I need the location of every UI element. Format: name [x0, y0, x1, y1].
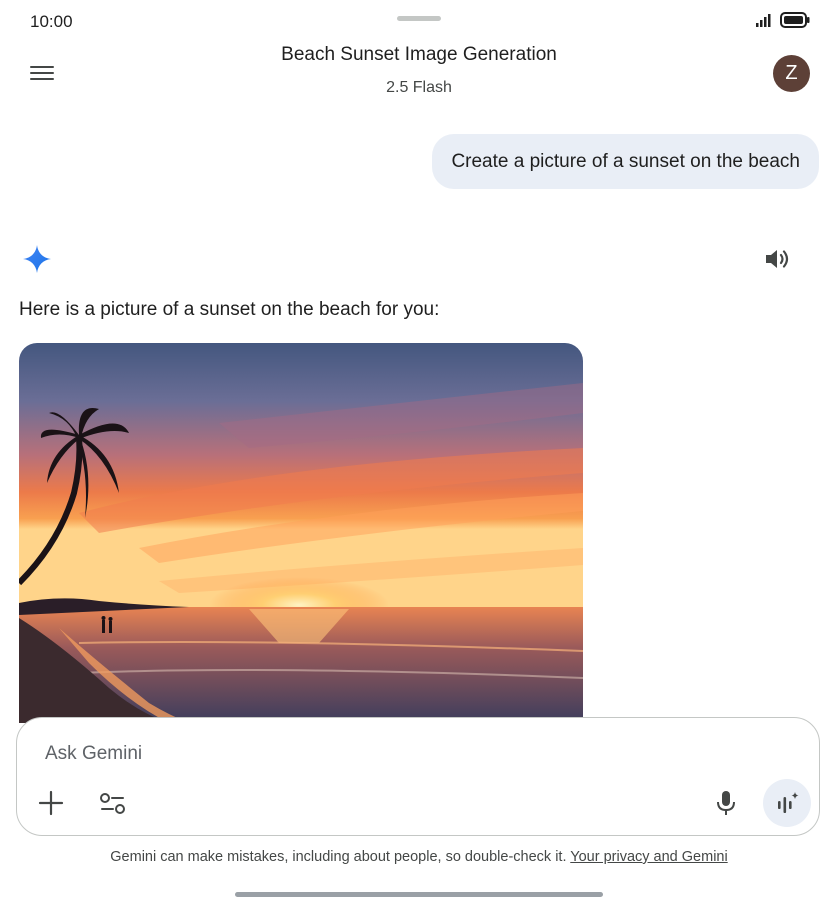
signal-icon: [756, 14, 771, 27]
battery-full-icon: [780, 12, 810, 28]
disclaimer: Gemini can make mistakes, including abou…: [0, 849, 838, 865]
prompt-input[interactable]: [43, 738, 647, 770]
conversation-title: Beach Sunset Image Generation: [281, 44, 557, 65]
composer: [16, 717, 820, 836]
tools-icon[interactable]: [99, 792, 127, 816]
generated-image[interactable]: [19, 343, 583, 723]
avatar[interactable]: Z: [773, 55, 810, 92]
plus-icon[interactable]: [38, 790, 64, 816]
status-time: 10:00: [30, 12, 73, 31]
drag-handle[interactable]: [397, 16, 441, 21]
model-selector[interactable]: 2.5 Flash: [0, 79, 838, 97]
live-icon: [778, 792, 799, 813]
user-message-bubble: Create a picture of a sunset on the beac…: [432, 134, 819, 189]
speaker-icon[interactable]: [764, 248, 790, 270]
disclaimer-text: Gemini can make mistakes, including abou…: [110, 849, 567, 865]
home-indicator[interactable]: [235, 892, 603, 897]
mic-icon[interactable]: [714, 789, 738, 817]
privacy-link[interactable]: Your privacy and Gemini: [570, 849, 727, 865]
live-button[interactable]: [763, 779, 811, 827]
response-text: Here is a picture of a sunset on the bea…: [19, 299, 440, 320]
status-icons: [756, 12, 810, 28]
gemini-sparkle-icon: [23, 245, 51, 273]
